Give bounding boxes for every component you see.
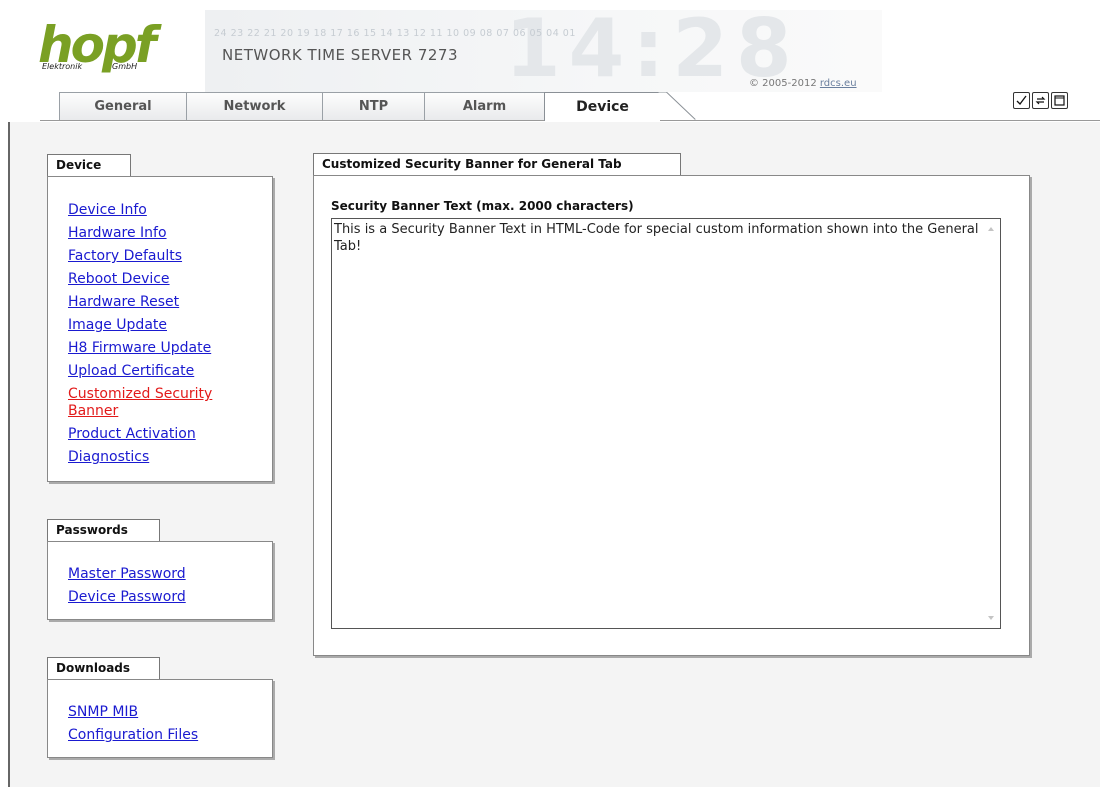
sidebar-downloads-box: SNMP MIB Configuration Files: [47, 679, 273, 758]
list-item: Master Password: [68, 563, 186, 586]
list-item: Diagnostics: [68, 446, 238, 469]
sidebar-item-hardware-info[interactable]: Hardware Info: [68, 225, 167, 241]
sidebar-item-h8-firmware-update[interactable]: H8 Firmware Update: [68, 340, 211, 356]
sidebar-item-upload-certificate[interactable]: Upload Certificate: [68, 363, 194, 379]
header: 14:28 24 23 22 21 20 19 18 17 16 15 14 1…: [0, 0, 1100, 95]
list-item: Customized Security Banner: [68, 383, 238, 423]
sidebar-item-image-update[interactable]: Image Update: [68, 317, 167, 333]
header-icon-group: [1013, 92, 1068, 109]
sidebar-item-diagnostics[interactable]: Diagnostics: [68, 449, 149, 465]
sidebar-item-configuration-files[interactable]: Configuration Files: [68, 727, 198, 743]
tab-general[interactable]: General: [59, 92, 187, 120]
refresh-icon[interactable]: [1032, 92, 1049, 109]
banner-textarea[interactable]: This is a Security Banner Text in HTML-C…: [332, 219, 983, 628]
copyright: © 2005-2012 rdcs.eu: [749, 78, 857, 89]
check-icon[interactable]: [1013, 92, 1030, 109]
sidebar-item-product-activation[interactable]: Product Activation: [68, 426, 196, 442]
sidebar-item-master-password[interactable]: Master Password: [68, 566, 186, 582]
copyright-link[interactable]: rdcs.eu: [820, 78, 857, 89]
sidebar-device-box: Device Info Hardware Info Factory Defaul…: [47, 176, 273, 482]
main-tabs: General Network NTP Alarm Device: [40, 92, 1100, 122]
sidebar-item-hardware-reset[interactable]: Hardware Reset: [68, 294, 179, 310]
sidebar-downloads-title: Downloads: [47, 657, 160, 679]
tab-alarm[interactable]: Alarm: [424, 92, 545, 120]
scroll-down-icon[interactable]: [988, 616, 994, 620]
list-item: H8 Firmware Update: [68, 337, 238, 360]
list-item: Reboot Device: [68, 268, 238, 291]
sidebar-item-reboot-device[interactable]: Reboot Device: [68, 271, 170, 287]
tab-device-fold: [658, 92, 696, 120]
list-item: Configuration Files: [68, 724, 198, 747]
logo-subtext-right: GmbH: [112, 62, 138, 71]
banner-text-label: Security Banner Text (max. 2000 characte…: [331, 199, 634, 213]
list-item: Factory Defaults: [68, 245, 238, 268]
logo-subtext-left: Elektronik: [42, 62, 83, 71]
sidebar-passwords-box: Master Password Device Password: [47, 541, 273, 620]
sidebar-item-factory-defaults[interactable]: Factory Defaults: [68, 248, 182, 264]
sidebar-item-snmp-mib[interactable]: SNMP MIB: [68, 704, 138, 720]
tab-ntp[interactable]: NTP: [322, 92, 425, 120]
list-item: Hardware Info: [68, 222, 238, 245]
list-item: Product Activation: [68, 423, 238, 446]
sidebar-device-list: Device Info Hardware Info Factory Defaul…: [68, 199, 238, 469]
sidebar-device-title: Device: [47, 154, 131, 176]
sidebar-passwords-title: Passwords: [47, 519, 160, 541]
textarea-scrollbar[interactable]: [983, 219, 1000, 628]
server-title: NETWORK TIME SERVER 7273: [222, 46, 459, 64]
sidebar-item-device-password[interactable]: Device Password: [68, 589, 186, 605]
sidebar-downloads-list: SNMP MIB Configuration Files: [68, 701, 198, 747]
window-icon[interactable]: [1051, 92, 1068, 109]
copyright-text: © 2005-2012: [749, 78, 817, 89]
list-item: Device Info: [68, 199, 238, 222]
banner-hour-digits: 24 23 22 21 20 19 18 17 16 15 14 13 12 1…: [214, 28, 576, 39]
tab-network[interactable]: Network: [186, 92, 323, 120]
list-item: Hardware Reset: [68, 291, 238, 314]
sidebar-passwords-list: Master Password Device Password: [68, 563, 186, 609]
tab-device[interactable]: Device: [544, 92, 660, 121]
list-item: SNMP MIB: [68, 701, 198, 724]
list-item: Device Password: [68, 586, 186, 609]
panel-title: Customized Security Banner for General T…: [313, 153, 681, 175]
sidebar-item-device-info[interactable]: Device Info: [68, 202, 147, 218]
list-item: Upload Certificate: [68, 360, 238, 383]
banner-textarea-frame: This is a Security Banner Text in HTML-C…: [331, 218, 1001, 629]
security-banner-panel: Security Banner Text (max. 2000 characte…: [313, 175, 1030, 656]
sidebar-item-customized-security-banner[interactable]: Customized Security Banner: [68, 386, 212, 419]
content-left-border: [8, 122, 10, 787]
scroll-up-icon[interactable]: [988, 227, 994, 231]
hopf-logo: hopf Elektronik GmbH: [32, 16, 182, 74]
list-item: Image Update: [68, 314, 238, 337]
